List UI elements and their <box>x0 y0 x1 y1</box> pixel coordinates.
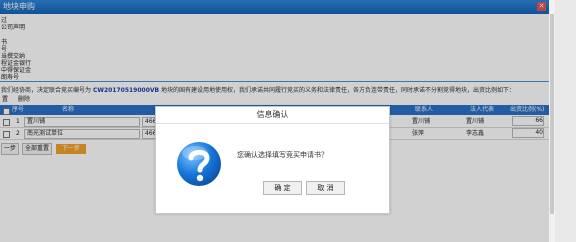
cancel-button[interactable]: 取 消 <box>306 181 345 195</box>
vertical-scrollbar[interactable] <box>549 0 555 242</box>
confirm-button[interactable]: 确 定 <box>263 181 302 195</box>
dialog-message: 您确认选择填写竞买申请书？ <box>237 151 328 159</box>
confirm-dialog: 信息确认 您确认选择填写竞买申请书？ 确 定 取 消 <box>155 106 390 214</box>
scrollbar-thumb[interactable] <box>550 14 554 214</box>
dialog-title: 信息确认 <box>156 107 389 124</box>
question-icon <box>177 142 221 186</box>
application-window: 地块申购 ✕ 过 公司声明 书 号 当撰交纳 程证金银行 中得保证金 朗寿号 我… <box>0 0 550 242</box>
